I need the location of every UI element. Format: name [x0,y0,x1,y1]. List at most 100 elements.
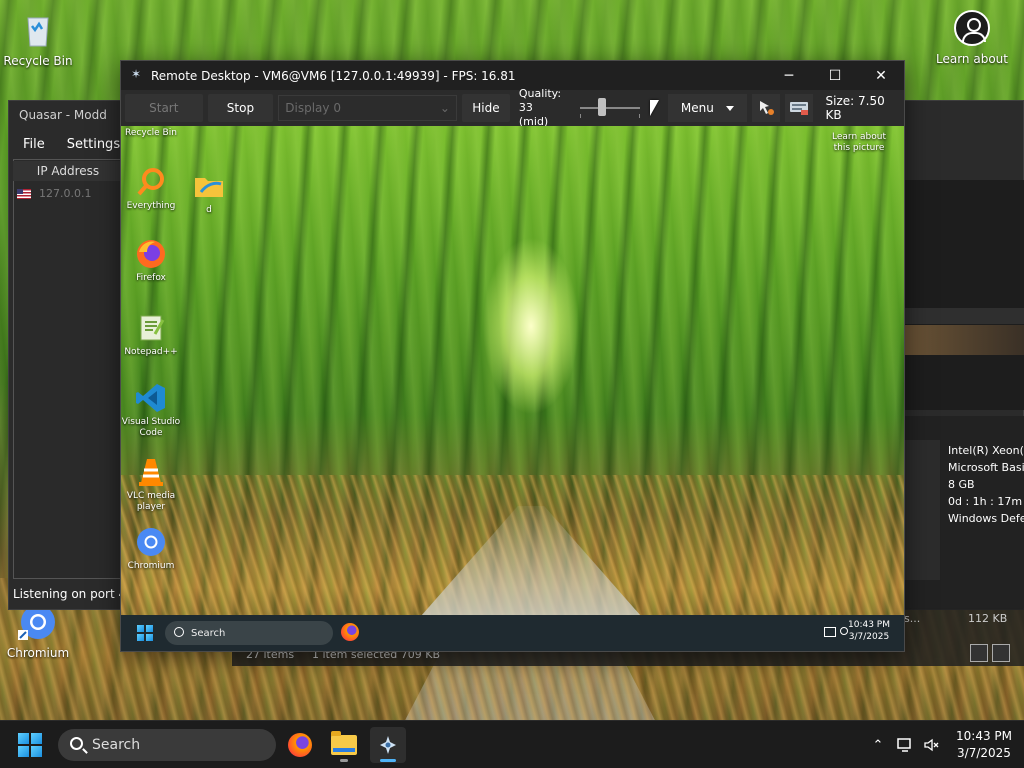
remote-toolbar: Start Stop Display 0 ⌄ Hide Quality: 33 … [121,87,904,129]
slider-track [580,107,640,109]
remote-icon-firefox[interactable]: Firefox [121,238,181,284]
info-column [904,440,940,580]
taskbar-file-explorer[interactable] [326,727,362,763]
remote-date: 3/7/2025 [848,632,890,642]
remote-icon-vlc[interactable]: VLC media player [121,456,181,513]
tiles-view-icon[interactable] [992,644,1010,662]
remote-icon-vscode[interactable]: Visual Studio Code [121,382,181,439]
remote-desktop-title: Remote Desktop - VM6@VM6 [127.0.0.1:4993… [151,68,516,83]
info-uptime: 0d : 1h : 17m : [948,495,1024,508]
remote-desktop-window[interactable]: Remote Desktop - VM6@VM6 [127.0.0.1:4993… [120,60,905,652]
search-icon [174,627,184,637]
system-tray: ⌃ 10:43 PM 3/7/2025 [864,721,1024,768]
learn-about-picture[interactable]: Learn about [928,10,1016,66]
quasar-title: Quasar - Modd [19,108,107,122]
chevron-up-icon[interactable]: ⌃ [864,738,892,753]
remote-icon-label: Notepad++ [124,347,178,357]
chromium-icon [135,526,167,558]
details-view-icon[interactable] [970,644,988,662]
remote-desktop-titlebar[interactable]: Remote Desktop - VM6@VM6 [127.0.0.1:4993… [121,61,904,90]
close-button[interactable]: ✕ [858,61,904,90]
remote-icon-label: d [206,205,212,215]
menu-button[interactable]: Menu [667,94,747,122]
quality-label-text: Quality: [518,87,562,100]
camera-info-icon [954,10,990,46]
volume-muted-icon[interactable] [918,738,944,752]
quasar-remote-icon [380,736,396,754]
remote-icon-everything[interactable]: Everything [121,166,181,212]
start-button[interactable] [18,733,42,757]
background-toolbar [904,308,1024,324]
remote-search-placeholder: Search [191,627,226,639]
taskbar-search-placeholder: Search [92,737,141,753]
clock-date: 3/7/2025 [957,746,1011,760]
remote-icon-label: Visual Studio Code [121,417,181,438]
remote-start-icon[interactable] [137,625,153,641]
desktop-icon-label: Chromium [6,646,70,660]
client-ip: 127.0.0.1 [39,187,92,200]
explorer-size: 112 KB [968,612,1008,625]
desktop-icon-chromium[interactable]: Chromium [0,602,76,660]
clock-time: 10:43 PM [956,729,1012,743]
slider-thumb[interactable] [597,98,606,116]
taskbar-firefox[interactable] [282,727,318,763]
taskbar-quasar[interactable] [370,727,406,763]
quality-label: Quality: 33 (mid) [519,87,565,129]
info-cpu: Intel(R) Xeon(R [948,444,1024,457]
column-header-ip[interactable]: IP Address [13,161,123,181]
remote-time: 10:43 PM [848,620,890,630]
slider-ticks [580,114,640,118]
info-ram: 8 GB [948,478,975,491]
remote-volume-icon[interactable] [840,627,848,635]
taskbar: Search ⌃ 10:43 PM 3/7/2025 [0,720,1024,768]
chevron-down-icon: ⌄ [439,101,450,115]
mouse-control-icon[interactable] [752,94,780,122]
remote-network-icon[interactable] [824,627,836,637]
firefox-icon [288,733,312,757]
remote-icon-chromium[interactable]: Chromium [121,526,181,572]
remote-icon-notepadpp[interactable]: Notepad++ [121,312,181,358]
vscode-icon [135,382,167,414]
remote-icon-recycle-bin[interactable]: Recycle Bin [121,128,181,139]
menu-button-label: Menu [680,101,714,115]
taskbar-clock[interactable]: 10:43 PM 3/7/2025 [944,728,1024,762]
stop-button[interactable]: Stop [207,94,274,122]
quality-slider[interactable] [576,94,643,122]
client-list[interactable] [13,159,123,579]
remote-icon-label: Recycle Bin [125,128,177,138]
display-select-value: Display 0 [285,101,341,115]
remote-clock[interactable]: 10:43 PM 3/7/2025 [848,619,890,643]
vlc-icon [135,456,167,488]
menu-file[interactable]: File [23,137,45,152]
desktop-icon-recycle-bin[interactable]: Recycle Bin [0,10,76,68]
maximize-button[interactable]: ☐ [812,61,858,90]
quality-value: 33 (mid) [518,101,549,128]
start-button[interactable]: Start [125,94,203,122]
network-icon[interactable] [892,738,918,752]
window-controls: ─ ☐ ✕ [766,61,904,90]
desktop-icon-label: Recycle Bin [3,54,73,68]
remote-learn-about[interactable]: Learn about this picture [824,132,894,154]
taskbar-search[interactable]: Search [58,729,276,761]
windows-logo-icon [18,733,42,757]
folder-icon [193,170,225,202]
remote-search-box[interactable]: Search [165,621,333,645]
caret-down-icon [725,105,734,111]
keyboard-control-icon[interactable] [784,94,813,122]
minimize-button[interactable]: ─ [766,61,812,90]
client-row[interactable]: 127.0.0.1 [17,187,91,200]
running-indicator [340,759,348,762]
info-gpu: Microsoft Basi [948,461,1024,474]
remote-firefox-icon[interactable] [341,623,359,641]
remote-icon-label: Chromium [127,561,175,571]
background-app-window[interactable] [904,180,1024,410]
remote-icon-folder[interactable]: d [179,170,239,216]
remote-icon-label: VLC media player [126,491,176,512]
hide-button[interactable]: Hide [461,94,510,122]
display-select[interactable]: Display 0 ⌄ [278,95,457,121]
learn-about-label: Learn about [936,52,1008,66]
system-info-panel: Intel(R) Xeon(R Microsoft Basi 8 GB 0d :… [904,416,1024,608]
remote-screen[interactable]: Recycle Bin Everything d Firefox Notepad… [121,126,904,651]
us-flag-icon [17,188,31,199]
menu-settings[interactable]: Settings [67,137,120,152]
